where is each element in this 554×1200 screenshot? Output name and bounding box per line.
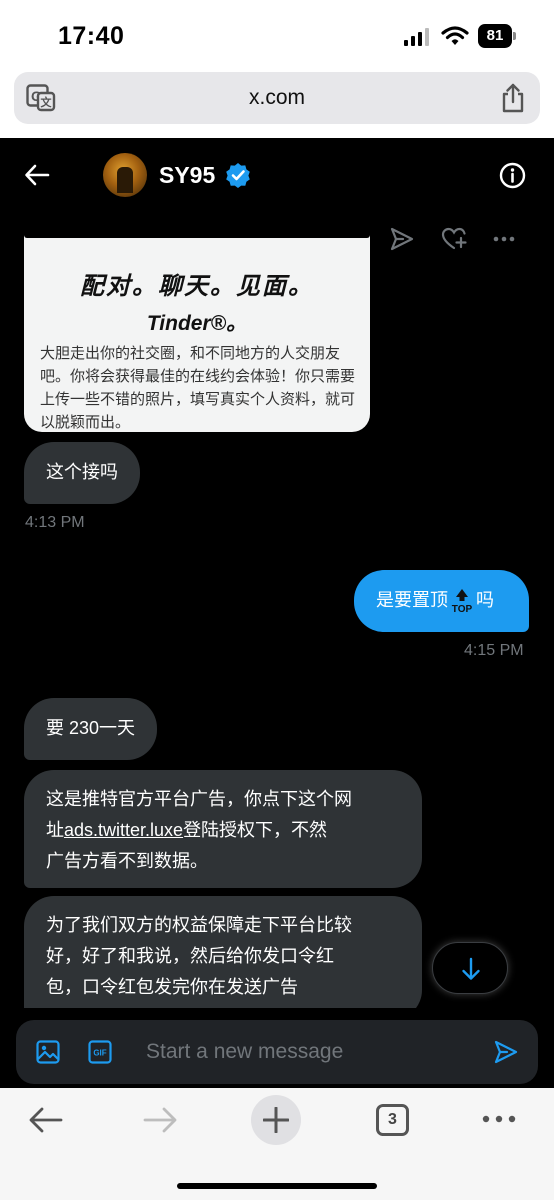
arrow-down-icon bbox=[462, 957, 480, 980]
conversation-header: SY95 bbox=[0, 138, 554, 214]
browser-forward-icon[interactable] bbox=[142, 1104, 178, 1136]
composer-area: GIF bbox=[0, 1008, 554, 1088]
message-text: 登陆授权下，不然 bbox=[183, 820, 328, 840]
message-text: 吗 bbox=[476, 590, 494, 610]
home-indicator bbox=[177, 1183, 377, 1189]
message-text: 是要置顶 bbox=[376, 590, 448, 610]
message-text-line: 包，口令红包发完你在发送广告 bbox=[46, 977, 298, 997]
message-timestamp: 4:15 PM bbox=[464, 642, 524, 659]
status-time: 17:40 bbox=[58, 22, 125, 50]
address-bar[interactable]: G 文 x.com bbox=[14, 72, 540, 124]
browser-top-chrome: 17:40 81 G 文 x.com bbox=[0, 0, 554, 138]
message-text-line: 好，好了和我说，然后给你发口令红 bbox=[46, 946, 334, 966]
browser-back-icon[interactable] bbox=[28, 1104, 64, 1136]
conversation-name[interactable]: SY95 bbox=[159, 162, 215, 189]
top-arrow-badge: TOP bbox=[449, 588, 475, 615]
message-text-line: 这是推特官方平台广告，你点下这个网 bbox=[46, 789, 352, 809]
gif-icon[interactable]: GIF bbox=[88, 1040, 112, 1064]
message-bubble-received[interactable]: 为了我们双方的权益保障走下平台比较 好，好了和我说，然后给你发口令红 包，口令红… bbox=[24, 896, 422, 1008]
battery-nub bbox=[513, 32, 516, 40]
battery-level: 81 bbox=[478, 24, 512, 48]
browser-toolbar: 3 bbox=[0, 1088, 554, 1200]
message-text: 这个接吗 bbox=[46, 462, 118, 482]
new-tab-button[interactable] bbox=[251, 1095, 301, 1145]
message-bubble-received[interactable]: 要 230一天 bbox=[24, 698, 158, 760]
tab-switcher-button[interactable]: 3 bbox=[376, 1104, 409, 1136]
battery-indicator: 81 bbox=[478, 24, 518, 48]
card-body-text: 大胆走出你的社交圈，和不同地方的人交朋友吧。你将会获得最佳的在线约会体验！你只需… bbox=[40, 345, 356, 431]
card-image-strip bbox=[24, 214, 370, 238]
avatar[interactable] bbox=[103, 153, 147, 197]
message-input[interactable] bbox=[146, 1037, 446, 1067]
message-text: 址 bbox=[46, 820, 64, 840]
svg-text:GIF: GIF bbox=[93, 1049, 106, 1058]
image-icon[interactable] bbox=[36, 1040, 60, 1064]
top-arrow-icon: TOP bbox=[452, 589, 473, 615]
message-composer: GIF bbox=[16, 1020, 538, 1084]
more-menu-icon[interactable] bbox=[481, 1112, 517, 1126]
message-text: 要 230一天 bbox=[46, 718, 136, 738]
message-bubble-received[interactable]: 这是推特官方平台广告，你点下这个网 址ads.twitter.luxe登陆授权下… bbox=[24, 770, 422, 888]
verified-badge-icon bbox=[226, 163, 250, 188]
share-icon[interactable] bbox=[500, 83, 526, 113]
more-options-icon[interactable] bbox=[491, 226, 517, 252]
message-text-line: 为了我们双方的权益保障走下平台比较 bbox=[46, 915, 352, 935]
message-timestamp: 4:13 PM bbox=[25, 514, 85, 531]
wifi-icon bbox=[441, 26, 469, 45]
cellular-signal-icon bbox=[404, 28, 429, 46]
message-bubble-received[interactable]: 这个接吗 bbox=[24, 442, 140, 504]
react-heart-icon[interactable] bbox=[441, 226, 467, 252]
share-message-icon[interactable] bbox=[389, 226, 415, 252]
top-badge-label: TOP bbox=[452, 604, 473, 614]
back-arrow-icon[interactable] bbox=[24, 162, 50, 188]
card-headline: 配对。聊天。见面。 bbox=[80, 273, 314, 300]
card-brand: Tinder®。 bbox=[146, 312, 248, 335]
message-text-line: 址ads.twitter.luxe登陆授权下，不然 bbox=[46, 815, 400, 846]
message-bubble-sent[interactable]: 是要置顶 TOP 吗 bbox=[354, 570, 529, 632]
plus-icon bbox=[263, 1107, 289, 1133]
send-icon[interactable] bbox=[493, 1039, 519, 1065]
ads-twitter-luxe-link[interactable]: ads.twitter.luxe bbox=[64, 820, 183, 840]
info-icon[interactable] bbox=[499, 162, 526, 189]
scroll-to-bottom-button[interactable] bbox=[432, 942, 508, 994]
message-text-line: 广告方看不到数据。 bbox=[46, 851, 208, 871]
url-text[interactable]: x.com bbox=[14, 86, 540, 110]
message-list[interactable]: 配对。聊天。见面。 Tinder®。 大胆走出你的社交圈，和不同地方的人交朋友吧… bbox=[0, 214, 554, 1008]
ad-card-message[interactable]: 配对。聊天。见面。 Tinder®。 大胆走出你的社交圈，和不同地方的人交朋友吧… bbox=[24, 214, 370, 432]
